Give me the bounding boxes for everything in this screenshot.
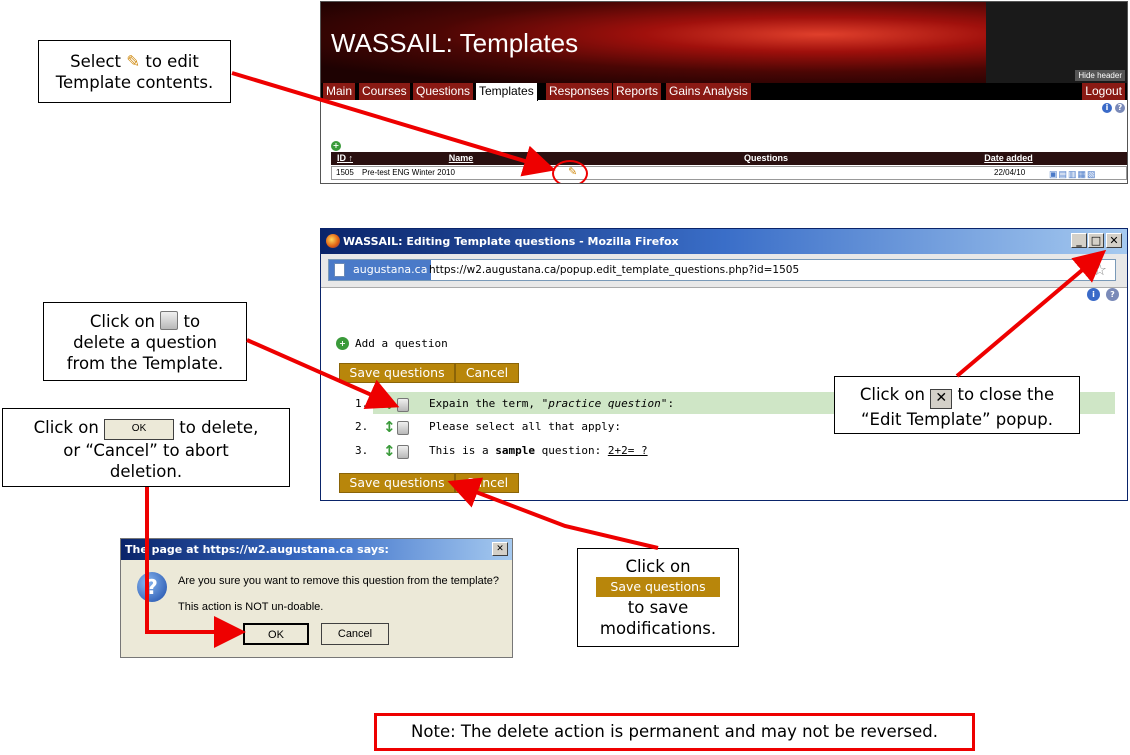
add-question-link[interactable]: Add a question [355,335,448,353]
cancel-button[interactable]: Cancel [455,473,519,493]
close-icon: ✕ [930,389,953,409]
dialog-close-button[interactable]: ✕ [492,542,508,556]
window-title: WASSAIL: Editing Template questions - Mo… [343,235,679,248]
callout-delete-question: Click on to delete a question from the T… [43,302,247,381]
templates-screenshot: WASSAIL: Templates Hide header Main Cour… [320,1,1128,184]
info-icon[interactable]: i [1102,103,1112,113]
delete-icon [160,311,179,330]
reorder-icon[interactable]: ↕ [383,419,396,435]
tab-responses[interactable]: Responses [546,83,614,100]
question-text: Please select all that apply: [429,420,622,433]
column-questions: Questions [743,153,788,163]
add-template-icon[interactable]: + [331,141,341,151]
url-bar: augustana.ca https://w2.augustana.ca/pop… [321,254,1127,288]
delete-question-icon[interactable] [397,421,409,435]
question-text: This is a sample question: 2+2= ? [429,444,648,457]
help-icon[interactable]: ? [1115,103,1125,113]
question-link[interactable]: 2+2= ? [608,444,648,457]
table-header: ID ↑ Name Questions Date added [331,152,1127,165]
tab-main[interactable]: Main [323,83,357,100]
row-id: 1505 [336,168,354,177]
add-question-icon[interactable]: + [336,337,349,350]
close-window-button[interactable]: ✕ [1106,233,1122,248]
hide-header-button[interactable]: Hide header [1075,70,1125,81]
main-tabs: Main Courses Questions Templates Respons… [321,83,1127,101]
tab-reports[interactable]: Reports [613,83,663,100]
reorder-icon[interactable]: ↕ [383,443,396,459]
row-date: 22/04/10 [994,168,1026,177]
tab-gains-analysis[interactable]: Gains Analysis [666,83,752,100]
help-icon[interactable]: ? [1106,288,1119,301]
dialog-submessage: This action is NOT un-doable. [178,601,324,613]
logout-button[interactable]: Logout [1082,83,1126,100]
callout-save: Click on Save questions to save modifica… [577,548,739,647]
ok-button-sample: OK [104,419,175,440]
tab-questions[interactable]: Questions [413,83,475,100]
save-questions-sample: Save questions [596,577,720,597]
save-questions-button-top[interactable]: Save questions [339,363,455,383]
delete-question-icon[interactable] [397,398,409,412]
bookmark-star-icon[interactable]: ☆ [1093,260,1107,280]
reorder-icon[interactable]: ↕ [383,396,396,412]
url-text: https://w2.augustana.ca/popup.edit_templ… [429,264,800,276]
firefox-icon [326,234,340,248]
delete-question-icon[interactable] [397,445,409,459]
note-box: Note: The delete action is permanent and… [374,713,975,751]
dialog-titlebar: The page at https://w2.augustana.ca says… [121,539,512,560]
site-identity[interactable]: augustana.ca [329,260,432,280]
question-number: 1. [355,397,369,410]
column-id[interactable]: ID ↑ [331,152,359,165]
window-titlebar: WASSAIL: Editing Template questions - Mo… [321,229,1127,254]
info-icon[interactable]: i [1087,288,1100,301]
callout-close-popup: Click on ✕ to close the “Edit Template” … [834,376,1080,434]
pencil-highlight-circle [552,160,588,183]
column-date-added[interactable]: Date added [971,152,1046,165]
banner: WASSAIL: Templates Hide header [321,2,1127,83]
callout-confirm-delete: Click on OK to delete, or “Cancel” to ab… [2,408,290,487]
callout-edit-template: Select ✎ to edit Template contents. [38,40,231,103]
templates-table: ID ↑ Name Questions Date added 1505 Pre-… [331,152,1127,182]
confirm-dialog: The page at https://w2.augustana.ca says… [120,538,513,658]
app-title: WASSAIL: Templates [331,28,579,58]
tab-courses[interactable]: Courses [359,83,411,100]
dialog-message: Are you sure you want to remove this que… [178,575,499,587]
maximize-button[interactable]: □ [1088,233,1104,248]
question-number: 3. [355,444,369,457]
ok-button[interactable]: OK [243,623,309,645]
dialog-title: The page at https://w2.augustana.ca says… [125,543,389,556]
minimize-button[interactable]: _ [1071,233,1087,248]
tab-templates[interactable]: Templates [476,83,538,101]
address-field[interactable]: augustana.ca https://w2.augustana.ca/pop… [328,259,1116,281]
dialog-cancel-button[interactable]: Cancel [321,623,389,645]
cancel-button-top[interactable]: Cancel [455,363,519,383]
row-action-icons[interactable]: ▣▤▥▦▧ [1049,168,1097,180]
pencil-icon: ✎ [126,52,141,71]
table-row: 1505 Pre-test ENG Winter 2010 ✎ 22/04/10… [331,166,1127,180]
question-mark-icon: ? [137,572,167,602]
edit-template-popup: WASSAIL: Editing Template questions - Mo… [320,228,1128,501]
question-number: 2. [355,420,369,433]
save-questions-button[interactable]: Save questions [339,473,455,493]
page-icon [334,263,345,277]
question-text: Expain the term, "practice question": [429,397,675,410]
row-name: Pre-test ENG Winter 2010 [362,168,455,177]
column-name[interactable]: Name [361,152,561,165]
